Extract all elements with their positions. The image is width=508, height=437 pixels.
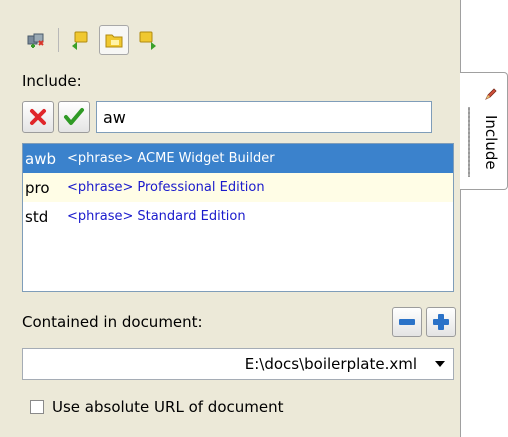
toolbar-back-button[interactable] [65,25,95,55]
list-item-std[interactable]: std <phrase> Standard Edition [23,202,453,231]
include-panel: Include: awb <phrase> ACME Widget Builde… [0,0,461,437]
folder-forward-icon [139,31,156,50]
item-tag: <phrase> [67,209,134,224]
insert-remove-icon [27,33,44,48]
item-key: std [25,207,49,226]
item-description: Standard Edition [137,209,246,224]
drag-grip[interactable] [468,107,470,177]
document-path: E:\docs\boilerplate.xml [244,355,417,373]
side-tab-include[interactable]: Include [460,72,508,190]
toolbar-folder-button[interactable] [99,25,129,55]
red-x-icon [30,109,46,125]
absolute-url-checkbox[interactable] [30,400,44,414]
search-row [22,101,432,133]
minus-icon [399,319,415,325]
toolbar [22,24,167,56]
pencil-icon [485,88,497,100]
green-check-icon [64,108,84,125]
list-item-awb[interactable]: awb <phrase> ACME Widget Builder [23,144,453,173]
dropdown-arrow-icon[interactable] [427,349,453,379]
accept-button[interactable] [58,101,90,133]
toolbar-separator [58,28,59,52]
list-item-pro[interactable]: pro <phrase> Professional Edition [23,173,453,202]
remove-document-button[interactable] [392,307,422,337]
side-tab-label: Include [482,115,500,170]
plus-icon [433,314,449,330]
item-description: ACME Widget Builder [137,151,275,166]
folder-pressed-icon [105,34,123,48]
absolute-url-label[interactable]: Use absolute URL of document [52,398,283,416]
include-label: Include: [22,72,82,90]
item-key: awb [25,149,56,168]
folder-back-icon [72,31,88,50]
clear-button[interactable] [22,101,54,133]
item-tag: <phrase> [67,180,134,195]
toolbar-forward-button[interactable] [133,25,163,55]
contained-label: Contained in document: [22,313,203,331]
item-tag: <phrase> [67,151,134,166]
absolute-url-option: Use absolute URL of document [30,398,283,416]
phrase-list[interactable]: awb <phrase> ACME Widget Builder pro <ph… [22,143,454,292]
add-document-button[interactable] [426,307,456,337]
document-combo[interactable]: E:\docs\boilerplate.xml [22,348,454,380]
item-description: Professional Edition [137,180,265,195]
search-input[interactable] [96,101,432,133]
item-key: pro [25,178,50,197]
toolbar-insert-remove-button[interactable] [22,25,52,55]
